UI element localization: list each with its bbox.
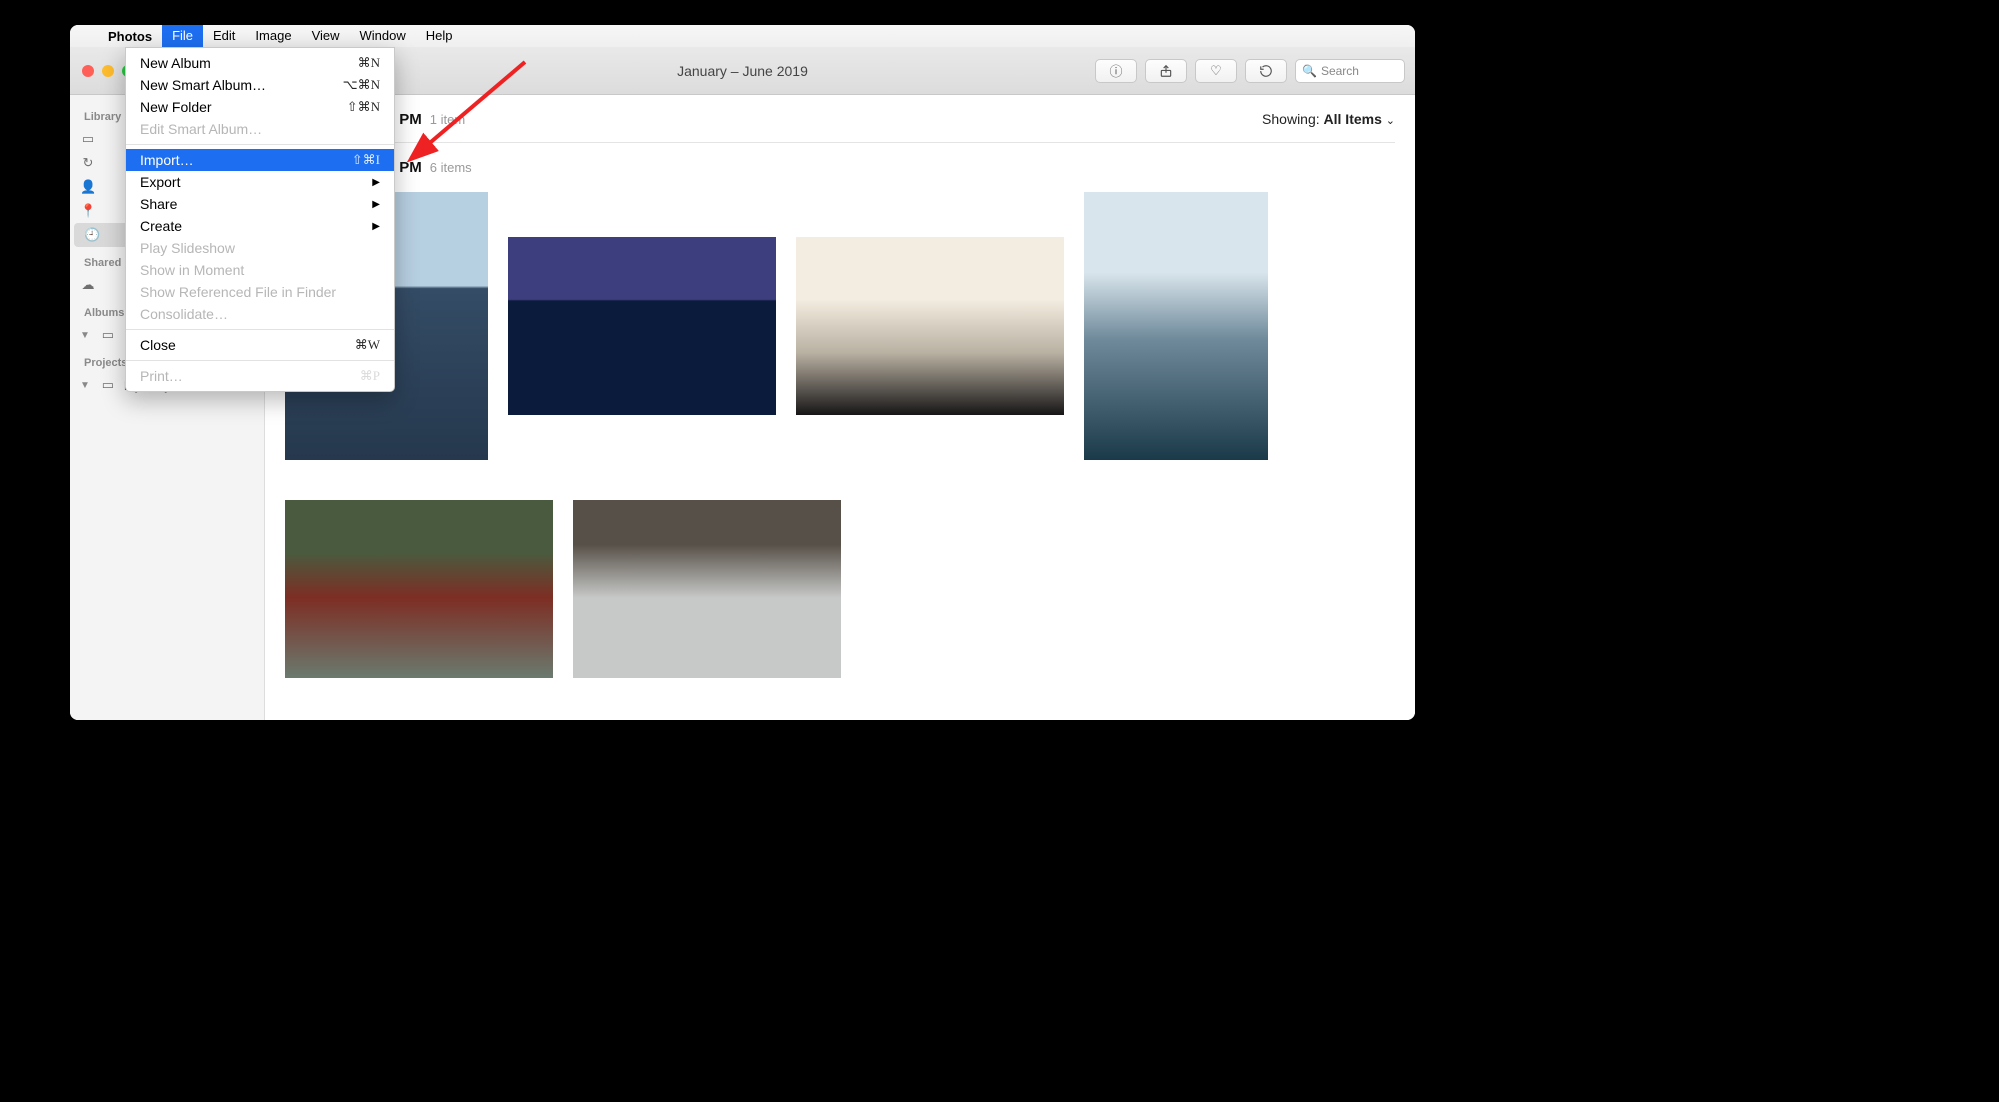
menu-separator <box>126 144 394 145</box>
menu-edit[interactable]: Edit <box>203 25 245 47</box>
photo-thumbnail[interactable] <box>285 500 553 678</box>
menu-item-label: Edit Smart Album… <box>140 121 380 137</box>
menu-item-shortcut: ⌥⌘N <box>343 77 380 93</box>
menu-item-label: New Album <box>140 55 358 71</box>
menu-item-consolidate: Consolidate… <box>126 303 394 325</box>
moment-count: 1 item <box>430 112 465 127</box>
chevron-down-icon: ⌄ <box>1386 115 1395 127</box>
photo-thumbnail[interactable] <box>796 237 1064 415</box>
search-input[interactable]: 🔍 Search <box>1295 59 1405 83</box>
menu-item-show-in-moment: Show in Moment <box>126 259 394 281</box>
photo-grid <box>285 176 1395 694</box>
places-icon: 📍 <box>80 203 96 219</box>
menu-separator <box>126 360 394 361</box>
disclosure-icon: ▼ <box>80 380 90 391</box>
album-icon: ▭ <box>100 327 116 343</box>
menu-item-label: New Folder <box>140 99 347 115</box>
menu-separator <box>126 329 394 330</box>
menu-item-label: Close <box>140 337 355 353</box>
menu-item-label: Show in Moment <box>140 262 380 278</box>
menu-item-export[interactable]: Export <box>126 171 394 193</box>
menu-item-label: Export <box>140 174 372 190</box>
info-icon: ⓘ <box>1109 61 1122 80</box>
menu-item-label: Show Referenced File in Finder <box>140 284 380 300</box>
photo-thumbnail[interactable] <box>1084 192 1268 460</box>
rotate-button[interactable] <box>1245 59 1287 83</box>
photos-icon: ▭ <box>80 131 96 147</box>
menu-item-import[interactable]: Import…⇧⌘I <box>126 149 394 171</box>
clock-icon: 🕘 <box>84 227 100 243</box>
people-icon: 👤 <box>80 179 96 195</box>
menu-item-label: Play Slideshow <box>140 240 380 256</box>
menu-item-new-album[interactable]: New Album⌘N <box>126 52 394 74</box>
folder-icon: ▭ <box>100 377 116 393</box>
menu-item-shortcut: ⌘N <box>358 55 380 71</box>
memories-icon: ↻ <box>80 155 96 171</box>
photo-thumbnail[interactable] <box>573 500 841 678</box>
menu-item-share[interactable]: Share <box>126 193 394 215</box>
menu-item-label: Consolidate… <box>140 306 380 322</box>
menu-item-label: Share <box>140 196 372 212</box>
menu-item-create[interactable]: Create <box>126 215 394 237</box>
menu-item-new-folder[interactable]: New Folder⇧⌘N <box>126 96 394 118</box>
menu-file[interactable]: File <box>162 25 203 47</box>
cloud-icon: ☁︎ <box>80 277 96 293</box>
menu-help[interactable]: Help <box>416 25 463 47</box>
rotate-icon <box>1259 64 1273 78</box>
menu-item-shortcut: ⇧⌘I <box>352 152 380 168</box>
menu-window[interactable]: Window <box>350 25 416 47</box>
menu-item-label: Create <box>140 218 372 234</box>
file-menu-dropdown: New Album⌘NNew Smart Album…⌥⌘NNew Folder… <box>125 47 395 392</box>
share-icon <box>1159 64 1173 78</box>
moment-header: 31, 2019 at 3:57 PM 6 items <box>285 143 1395 176</box>
favorite-button[interactable]: ♡ <box>1195 59 1237 83</box>
menu-item-new-smart-album[interactable]: New Smart Album…⌥⌘N <box>126 74 394 96</box>
menu-item-shortcut: ⌘W <box>355 337 380 353</box>
mac-menubar: Photos File Edit Image View Window Help <box>70 25 1415 47</box>
menu-item-label: New Smart Album… <box>140 77 343 93</box>
menu-item-label: Import… <box>140 152 352 168</box>
disclosure-icon: ▼ <box>80 330 90 341</box>
menu-item-edit-smart-album: Edit Smart Album… <box>126 118 394 140</box>
showing-value: All Items <box>1324 111 1382 127</box>
search-placeholder: Search <box>1321 64 1359 78</box>
menu-item-close[interactable]: Close⌘W <box>126 334 394 356</box>
moment-count: 6 items <box>430 160 472 175</box>
menu-item-play-slideshow: Play Slideshow <box>126 237 394 259</box>
app-name[interactable]: Photos <box>98 29 162 44</box>
content-area: 31, 2019 at 3:47 PM 1 item Showing: All … <box>265 95 1415 720</box>
info-button[interactable]: ⓘ <box>1095 59 1137 83</box>
menu-view[interactable]: View <box>302 25 350 47</box>
menu-item-shortcut: ⌘P <box>360 368 380 384</box>
showing-filter[interactable]: Showing: All Items ⌄ <box>1262 111 1395 127</box>
menu-item-label: Print… <box>140 368 360 384</box>
search-icon: 🔍 <box>1302 64 1317 78</box>
heart-icon: ♡ <box>1210 63 1222 79</box>
showing-label: Showing: <box>1262 111 1320 127</box>
moment-header: 31, 2019 at 3:47 PM 1 item <box>285 95 1395 128</box>
menu-image[interactable]: Image <box>245 25 301 47</box>
menu-item-show-referenced-file-in-finder: Show Referenced File in Finder <box>126 281 394 303</box>
menu-item-print: Print…⌘P <box>126 365 394 387</box>
photo-thumbnail[interactable] <box>508 237 776 415</box>
share-button[interactable] <box>1145 59 1187 83</box>
menu-item-shortcut: ⇧⌘N <box>347 99 380 115</box>
